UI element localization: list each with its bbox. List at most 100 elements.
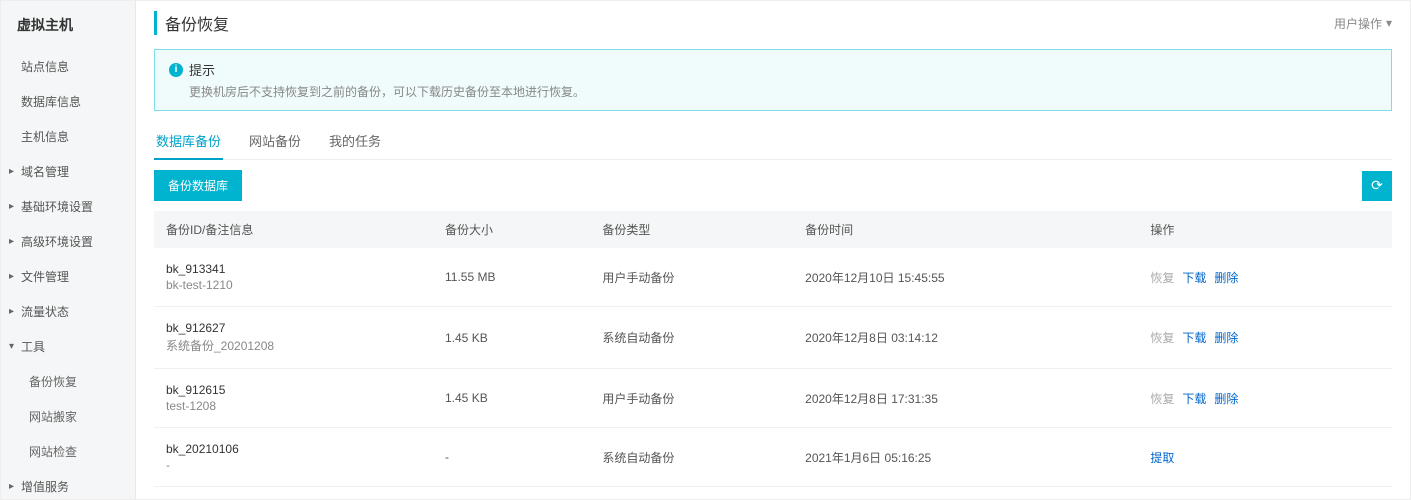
action-删除[interactable]: 删除 — [1214, 331, 1238, 345]
backup-table: 备份ID/备注信息备份大小备份类型备份时间操作 bk_913341 bk-test… — [154, 211, 1392, 499]
cell-type: 系统自动备份 — [590, 307, 793, 369]
action-恢复: 恢复 — [1150, 392, 1174, 406]
cell-size: - — [433, 487, 590, 500]
action-下载[interactable]: 下载 — [1182, 392, 1206, 406]
cell-type: 用户手动备份 — [590, 369, 793, 428]
column-header-0: 备份ID/备注信息 — [154, 211, 433, 248]
cell-actions: 恢复下载删除 — [1138, 369, 1392, 428]
backup-id: bk_913341 — [166, 262, 421, 276]
cell-type: 用户手动备份 — [590, 248, 793, 307]
sidebar-item-label: 文件管理 — [21, 268, 69, 285]
refresh-button[interactable]: ⟳ — [1362, 171, 1392, 201]
table-row: bk_913341 bk-test-1210 11.55 MB用户手动备份2020年… — [154, 248, 1392, 307]
backup-id: bk_912615 — [166, 383, 421, 397]
sidebar-item-label: 站点信息 — [21, 58, 69, 75]
sidebar-item-1[interactable]: 数据库信息 — [1, 84, 135, 119]
sidebar-item-label: 增值服务 — [21, 478, 69, 495]
sidebar-item-label: 工具 — [21, 338, 45, 355]
cell-id: bk_913341 bk-test-1210 — [154, 248, 433, 307]
table-row: bk_912615 test-1208 1.45 KB用户手动备份2020年12月8… — [154, 369, 1392, 428]
alert-body: 更换机房后不支持恢复到之前的备份，可以下载历史备份至本地进行恢复。 — [169, 83, 1377, 100]
cell-id: bk_912627 系统备份_20201208 — [154, 307, 433, 369]
action-删除[interactable]: 删除 — [1214, 392, 1238, 406]
tab-1[interactable]: 网站备份 — [247, 123, 303, 159]
sidebar-item-2[interactable]: 主机信息 — [1, 119, 135, 154]
action-下载[interactable]: 下载 — [1182, 331, 1206, 345]
sidebar-item-12[interactable]: 增值服务 — [1, 469, 135, 499]
sidebar-item-label: 备份恢复 — [29, 373, 77, 390]
sidebar-item-3[interactable]: 域名管理 — [1, 154, 135, 189]
sidebar-item-label: 数据库信息 — [21, 93, 81, 110]
column-header-4: 操作 — [1138, 211, 1392, 248]
chevron-right-icon — [9, 236, 19, 247]
cell-time: 2020年12月10日 15:45:55 — [793, 248, 1138, 307]
info-icon: i — [169, 63, 183, 77]
sidebar-item-label: 域名管理 — [21, 163, 69, 180]
cell-time: 2021年1月5日 05:19:28 — [793, 487, 1138, 500]
chevron-right-icon — [9, 201, 19, 212]
action-提取[interactable]: 提取 — [1150, 451, 1174, 465]
column-header-1: 备份大小 — [433, 211, 590, 248]
sidebar-item-label: 流量状态 — [21, 303, 69, 320]
cell-id: bk_912615 test-1208 — [154, 369, 433, 428]
sidebar-title: 虚拟主机 — [1, 1, 135, 49]
backup-note: test-1208 — [166, 399, 421, 413]
column-header-3: 备份时间 — [793, 211, 1138, 248]
sidebar-item-0[interactable]: 站点信息 — [1, 49, 135, 84]
cell-type: 系统自动备份 — [590, 487, 793, 500]
column-header-2: 备份类型 — [590, 211, 793, 248]
sidebar-item-5[interactable]: 高级环境设置 — [1, 224, 135, 259]
backup-note: - — [166, 458, 421, 472]
sidebar: 虚拟主机 站点信息数据库信息主机信息域名管理基础环境设置高级环境设置文件管理流量… — [1, 1, 136, 499]
cell-size: 1.45 KB — [433, 369, 590, 428]
backup-note: 系统备份_20201208 — [166, 337, 421, 354]
info-alert: i 提示 更换机房后不支持恢复到之前的备份，可以下载历史备份至本地进行恢复。 — [154, 49, 1392, 111]
cell-actions: 恢复下载删除 — [1138, 248, 1392, 307]
chevron-down-icon — [9, 341, 19, 352]
cell-size: 11.55 MB — [433, 248, 590, 307]
action-恢复: 恢复 — [1150, 271, 1174, 285]
table-row: bk_20210105--系统自动备份2021年1月5日 05:19:28提取 — [154, 487, 1392, 500]
action-下载[interactable]: 下载 — [1182, 271, 1206, 285]
sidebar-item-4[interactable]: 基础环境设置 — [1, 189, 135, 224]
chevron-down-icon: ▾ — [1386, 16, 1392, 30]
alert-title: 提示 — [189, 60, 215, 79]
action-删除[interactable]: 删除 — [1214, 271, 1238, 285]
tabs: 数据库备份网站备份我的任务 — [154, 123, 1392, 160]
cell-id: bk_20210106- — [154, 428, 433, 487]
sidebar-item-label: 网站检查 — [29, 443, 77, 460]
table-row: bk_20210106--系统自动备份2021年1月6日 05:16:25提取 — [154, 428, 1392, 487]
sidebar-item-label: 基础环境设置 — [21, 198, 93, 215]
tab-0[interactable]: 数据库备份 — [154, 123, 223, 160]
page-title: 备份恢复 — [154, 11, 229, 35]
user-action-label: 用户操作 — [1334, 15, 1382, 32]
backup-note: bk-test-1210 — [166, 278, 421, 292]
chevron-right-icon — [9, 306, 19, 317]
sidebar-item-7[interactable]: 流量状态 — [1, 294, 135, 329]
cell-size: 1.45 KB — [433, 307, 590, 369]
cell-time: 2020年12月8日 03:14:12 — [793, 307, 1138, 369]
main-content: 备份恢复 用户操作 ▾ i 提示 更换机房后不支持恢复到之前的备份，可以下载历史… — [136, 1, 1410, 499]
sidebar-item-8[interactable]: 工具 — [1, 329, 135, 364]
sidebar-item-9[interactable]: 备份恢复 — [1, 364, 135, 399]
sidebar-item-label: 网站搬家 — [29, 408, 77, 425]
backup-id: bk_912627 — [166, 321, 421, 335]
action-恢复: 恢复 — [1150, 331, 1174, 345]
sidebar-item-11[interactable]: 网站检查 — [1, 434, 135, 469]
cell-time: 2020年12月8日 17:31:35 — [793, 369, 1138, 428]
cell-time: 2021年1月6日 05:16:25 — [793, 428, 1138, 487]
tab-2[interactable]: 我的任务 — [327, 123, 383, 159]
refresh-icon: ⟳ — [1371, 177, 1383, 194]
user-action-dropdown[interactable]: 用户操作 ▾ — [1334, 15, 1392, 32]
toolbar: 备份数据库 ⟳ — [154, 170, 1392, 201]
cell-size: - — [433, 428, 590, 487]
sidebar-item-label: 高级环境设置 — [21, 233, 93, 250]
table-row: bk_912627 系统备份_20201208 1.45 KB系统自动备份2020年… — [154, 307, 1392, 369]
cell-type: 系统自动备份 — [590, 428, 793, 487]
cell-actions: 提取 — [1138, 428, 1392, 487]
sidebar-item-6[interactable]: 文件管理 — [1, 259, 135, 294]
page-header: 备份恢复 用户操作 ▾ — [154, 11, 1392, 35]
chevron-right-icon — [9, 271, 19, 282]
backup-database-button[interactable]: 备份数据库 — [154, 170, 242, 201]
sidebar-item-10[interactable]: 网站搬家 — [1, 399, 135, 434]
